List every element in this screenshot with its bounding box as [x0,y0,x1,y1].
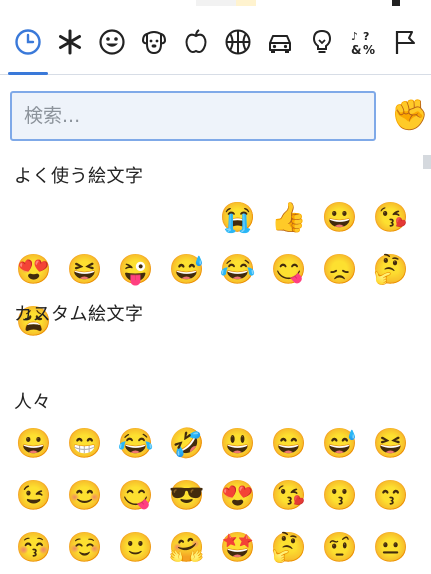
people-emoji[interactable]: 🙂 [110,522,161,574]
frequent-emoji[interactable]: 😍 [8,244,59,296]
symbols-icon: ♪ ? & % [351,30,375,56]
frequent-emoji[interactable]: 😭 [212,192,263,244]
frequent-empty-slot [110,192,161,244]
frequent-emoji[interactable]: 😞 [314,244,365,296]
tab-food[interactable] [179,11,213,73]
top-strip [0,0,431,9]
dog-icon [141,30,167,54]
svg-text:?: ? [363,30,369,43]
people-emoji[interactable]: 😗 [314,470,365,522]
people-emoji[interactable]: 😚 [8,522,59,574]
frequent-emoji[interactable]: 😂 [212,244,263,296]
people-emoji[interactable]: 😊 [59,470,110,522]
frequent-emoji[interactable]: 😅 [161,244,212,296]
frequent-emoji[interactable]: 😘 [365,192,416,244]
search-input[interactable] [10,91,376,141]
frequent-emoji[interactable]: 😜 [110,244,161,296]
window-edge-dark [392,0,400,6]
people-emoji[interactable]: 😍 [212,470,263,522]
people-emoji[interactable]: 😉 [8,470,59,522]
frequent-emoji[interactable]: 👍 [263,192,314,244]
tab-travel[interactable] [263,11,297,73]
people-emoji[interactable]: 😃 [212,418,263,470]
people-emoji[interactable]: 😐 [365,522,416,574]
scrollbar[interactable] [423,155,431,169]
category-tabs: ♪ ? & % [0,9,431,75]
tab-activity[interactable] [221,11,255,73]
people-emoji[interactable]: 🤨 [314,522,365,574]
car-icon [269,34,291,53]
section-title-custom: カスタム絵文字 [14,304,144,325]
skin-tone-button[interactable]: ✊ [391,97,428,135]
people-emoji[interactable]: 😂 [110,418,161,470]
people-emoji[interactable]: 😀 [8,418,59,470]
people-emoji[interactable]: 🤔 [263,522,314,574]
frequent-empty-slot [161,192,212,244]
asterisk-icon [59,29,81,54]
people-emoji[interactable]: 😎 [161,470,212,522]
window-edge [196,0,240,6]
tab-recent[interactable] [8,11,48,75]
people-emoji[interactable]: 🤩 [212,522,263,574]
section-title-frequent: よく使う絵文字 [14,166,144,187]
people-emoji[interactable]: 😄 [263,418,314,470]
svg-text:%: % [363,43,375,56]
lightbulb-icon [312,29,332,53]
people-emoji[interactable]: 🤗 [161,522,212,574]
tab-nature[interactable] [137,11,171,73]
people-emoji[interactable]: 😘 [263,470,314,522]
frequent-empty-slot [8,192,59,244]
tab-people[interactable] [95,11,129,73]
people-emoji[interactable]: 😁 [59,418,110,470]
search-box [10,91,376,141]
section-title-people: 人々 [14,392,51,413]
frequent-emoji[interactable]: 😀 [314,192,365,244]
apple-icon [185,28,207,53]
people-emoji-grid: 😀 😁 😂 🤣 😃 😄 😅 😆 😉 😊 😋 😎 😍 😘 😗 😙 😚 ☺️ 🙂 🤗 🤩 🤔 🤨 😐 [8,418,408,574]
tab-objects[interactable] [305,11,339,73]
smiley-icon [99,28,125,55]
tab-symbols[interactable]: ♪ ? & % [347,11,381,73]
frequent-emoji[interactable]: 😆 [59,244,110,296]
frequent-emoji[interactable]: 🤔 [365,244,416,296]
people-emoji[interactable]: 🤣 [161,418,212,470]
clock-icon [15,28,41,55]
flag-icon [395,30,415,54]
svg-text:♪: ♪ [351,30,358,43]
tab-flags[interactable] [389,11,423,73]
tab-custom[interactable] [53,11,87,73]
people-emoji[interactable]: 😅 [314,418,365,470]
window-edge-accent [236,0,256,6]
people-emoji[interactable]: 😙 [365,470,416,522]
people-emoji[interactable]: 😆 [365,418,416,470]
svg-text:&: & [351,43,361,56]
basketball-icon [225,29,251,54]
people-emoji[interactable]: 😋 [110,470,161,522]
frequent-empty-slot [59,192,110,244]
people-emoji[interactable]: ☺️ [59,522,110,574]
frequent-emoji[interactable]: 😋 [263,244,314,296]
